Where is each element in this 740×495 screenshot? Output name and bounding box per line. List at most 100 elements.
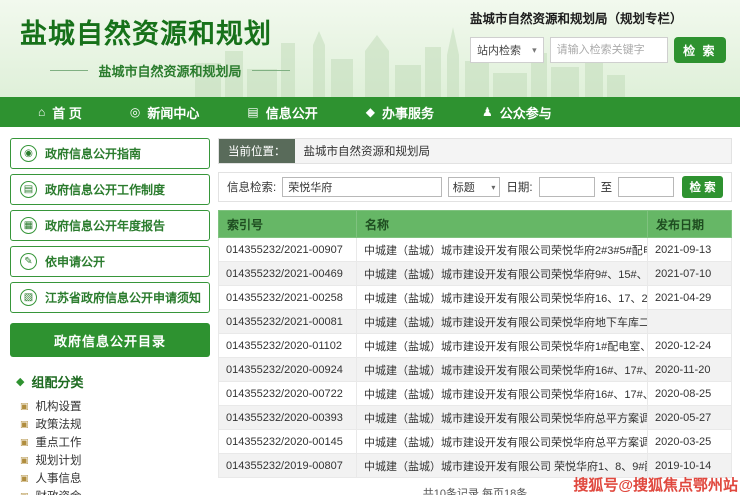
breadcrumb: 当前位置： 盐城市自然资源和规划局 (218, 138, 732, 164)
sidebar-button-guide-label: 政府信息公开指南 (45, 145, 141, 162)
filter-date-to-input[interactable] (618, 177, 674, 197)
filter-field-select[interactable]: 标题 ▾ (448, 177, 501, 197)
sidebar-button-apply-disclosure-label: 依申请公开 (45, 253, 105, 270)
site-header: 盐城自然资源和规划 盐城市自然资源和规划局 盐城市自然资源和规划局（规划专栏） … (0, 0, 740, 97)
table-row[interactable]: 014355232/2020-00722 中城建（盐城）城市建设开发有限公司荣悦… (219, 382, 732, 406)
sidebar-item-policy-regulation-label: 政策法规 (36, 416, 82, 432)
sidebar-category-header[interactable]: ◆ 组配分类 (10, 365, 210, 397)
sidebar-button-application-notice[interactable]: ▧ 江苏省政府信息公开申请须知 (10, 282, 210, 313)
filter-bar: 信息检索: 标题 ▾ 日期: 至 检 索 (218, 172, 732, 202)
row-title-link[interactable]: 中城建（盐城）城市建设开发有限公司荣悦华府地下车库二期工程A区-2... (357, 310, 648, 334)
sidebar-item-org-setup[interactable]: ▣ 机构设置 (20, 397, 210, 415)
list-bullet-icon: ▣ (20, 437, 29, 448)
col-header-index-number: 索引号 (219, 211, 357, 238)
filter-search-button[interactable]: 检 索 (682, 176, 723, 198)
row-title-link[interactable]: 中城建（盐城）城市建设开发有限公司荣悦华府总平方案调整批后公告 (357, 406, 648, 430)
row-title-link[interactable]: 中城建（盐城）城市建设开发有限公司荣悦华府总平方案调整 (357, 430, 648, 454)
site-search-input[interactable] (550, 37, 668, 63)
filter-date-to-word: 至 (601, 179, 613, 195)
row-publish-date: 2021-07-10 (648, 262, 732, 286)
diamond-icon: ◆ (16, 375, 24, 388)
site-branding: 盐城自然资源和规划 盐城市自然资源和规划局 (20, 12, 320, 80)
nav-item-news[interactable]: ◎ 新闻中心 (106, 97, 224, 127)
table-header-row: 索引号 名称 发布日期 (219, 211, 732, 238)
filter-date-from-input[interactable] (539, 177, 595, 197)
sidebar-item-planning[interactable]: ▣ 规划计划 (20, 451, 210, 469)
row-publish-date: 2020-03-25 (648, 430, 732, 454)
row-title-link[interactable]: 中城建（盐城）城市建设开发有限公司荣悦华府16、17、23、29、... (357, 286, 648, 310)
sidebar-item-policy-regulation[interactable]: ▣ 政策法规 (20, 415, 210, 433)
sidebar-item-planning-label: 规划计划 (36, 452, 82, 468)
table-row[interactable]: 014355232/2021-00258 中城建（盐城）城市建设开发有限公司荣悦… (219, 286, 732, 310)
row-publish-date: 2020-12-24 (648, 334, 732, 358)
list-bullet-icon: ▣ (20, 455, 29, 466)
row-index-number: 014355232/2020-00924 (219, 358, 357, 382)
table-row[interactable]: 014355232/2021-00469 中城建（盐城）城市建设开发有限公司荣悦… (219, 262, 732, 286)
sidebar-item-personnel-label: 人事信息 (36, 470, 82, 486)
column-title: 盐城市自然资源和规划局（规划专栏） (470, 8, 726, 27)
row-index-number: 014355232/2020-00722 (219, 382, 357, 406)
sidebar-category-list: ▣ 机构设置 ▣ 政策法规 ▣ 重点工作 ▣ 规划计划 ▣ 人事信息 (10, 397, 210, 495)
sidebar-button-application-notice-label: 江苏省政府信息公开申请须知 (45, 289, 201, 306)
sidebar-button-apply-disclosure[interactable]: ✎ 依申请公开 (10, 246, 210, 277)
work-system-icon: ▤ (20, 181, 37, 198)
row-publish-date: 2020-11-20 (648, 358, 732, 382)
sidebar: ◉ 政府信息公开指南 ▤ 政府信息公开工作制度 ▦ 政府信息公开年度报告 ✎ 依… (10, 138, 210, 495)
row-index-number: 014355232/2020-00145 (219, 430, 357, 454)
nav-item-home[interactable]: ⌂ 首 页 (14, 97, 106, 127)
row-publish-date: 2021-04-29 (648, 286, 732, 310)
row-title-link[interactable]: 中城建（盐城）城市建设开发有限公司荣悦华府1#配电室、8#配电室... (357, 334, 648, 358)
nav-item-info-disclosure[interactable]: ▤ 信息公开 (223, 97, 341, 127)
table-row[interactable]: 014355232/2020-00393 中城建（盐城）城市建设开发有限公司荣悦… (219, 406, 732, 430)
filter-keyword-input[interactable] (282, 177, 442, 197)
col-header-publish-date: 发布日期 (648, 211, 732, 238)
service-icon: ◆ (366, 105, 375, 119)
search-scope-label: 站内检索 (477, 42, 521, 58)
filter-keyword-label: 信息检索: (227, 179, 276, 195)
row-publish-date: 2020-05-27 (648, 406, 732, 430)
row-title-link[interactable]: 中城建（盐城）城市建设开发有限公司荣悦华府2#3#5#配电房、4#... (357, 238, 648, 262)
sidebar-button-guide[interactable]: ◉ 政府信息公开指南 (10, 138, 210, 169)
main-nav: ⌂ 首 页 ◎ 新闻中心 ▤ 信息公开 ◆ 办事服务 ♟ 公众参与 (0, 97, 740, 127)
row-index-number: 014355232/2021-00469 (219, 262, 357, 286)
sidebar-button-annual-report[interactable]: ▦ 政府信息公开年度报告 (10, 210, 210, 241)
search-scope-select[interactable]: 站内检索 ▾ (470, 37, 544, 63)
site-subtitle: 盐城市自然资源和规划局 (98, 61, 241, 80)
site-search-button[interactable]: 检 索 (674, 37, 726, 63)
sidebar-item-finance[interactable]: ▣ 财政资金 (20, 487, 210, 495)
sidebar-item-org-setup-label: 机构设置 (36, 398, 82, 414)
person-icon: ♟ (482, 105, 493, 119)
row-publish-date: 2021-09-13 (648, 238, 732, 262)
breadcrumb-value[interactable]: 盐城市自然资源和规划局 (295, 143, 431, 159)
site-search-bar: 站内检索 ▾ 检 索 (470, 37, 726, 63)
table-row[interactable]: 014355232/2020-01102 中城建（盐城）城市建设开发有限公司荣悦… (219, 334, 732, 358)
chevron-down-icon: ▾ (532, 45, 537, 56)
sidebar-item-personnel[interactable]: ▣ 人事信息 (20, 469, 210, 487)
apply-icon: ✎ (20, 253, 37, 270)
nav-label-info: 信息公开 (266, 103, 318, 122)
row-index-number: 014355232/2021-00258 (219, 286, 357, 310)
subtitle-divider-left (50, 70, 88, 71)
row-title-link[interactable]: 中城建（盐城）城市建设开发有限公司荣悦华府16#、17#、23#、... (357, 382, 648, 406)
row-title-link[interactable]: 中城建（盐城）城市建设开发有限公司荣悦华府16#、17#、23#... (357, 358, 648, 382)
sidebar-item-key-work[interactable]: ▣ 重点工作 (20, 433, 210, 451)
nav-item-services[interactable]: ◆ 办事服务 (342, 97, 458, 127)
nav-item-participation[interactable]: ♟ 公众参与 (458, 97, 576, 127)
table-row[interactable]: 014355232/2020-00924 中城建（盐城）城市建设开发有限公司荣悦… (219, 358, 732, 382)
list-bullet-icon: ▣ (20, 491, 29, 495)
sohu-watermark: 搜狐号@搜狐焦点鄂州站 (573, 474, 738, 495)
sidebar-category-title: 组配分类 (31, 372, 83, 391)
sidebar-button-work-system[interactable]: ▤ 政府信息公开工作制度 (10, 174, 210, 205)
sidebar-button-work-system-label: 政府信息公开工作制度 (45, 181, 165, 198)
row-index-number: 014355232/2020-00393 (219, 406, 357, 430)
table-row[interactable]: 014355232/2021-00081 中城建（盐城）城市建设开发有限公司荣悦… (219, 310, 732, 334)
sidebar-directory-button[interactable]: 政府信息公开目录 (10, 323, 210, 357)
subtitle-divider-right (252, 70, 290, 71)
table-row[interactable]: 014355232/2021-00907 中城建（盐城）城市建设开发有限公司荣悦… (219, 238, 732, 262)
sidebar-button-annual-report-label: 政府信息公开年度报告 (45, 217, 165, 234)
main-panel: 当前位置： 盐城市自然资源和规划局 信息检索: 标题 ▾ 日期: 至 检 索 (218, 138, 732, 495)
row-title-link[interactable]: 中城建（盐城）城市建设开发有限公司荣悦华府9#、15#、19-20... (357, 262, 648, 286)
page: 盐城自然资源和规划 盐城市自然资源和规划局 盐城市自然资源和规划局（规划专栏） … (0, 0, 740, 495)
table-row[interactable]: 014355232/2020-00145 中城建（盐城）城市建设开发有限公司荣悦… (219, 430, 732, 454)
row-index-number: 014355232/2021-00907 (219, 238, 357, 262)
